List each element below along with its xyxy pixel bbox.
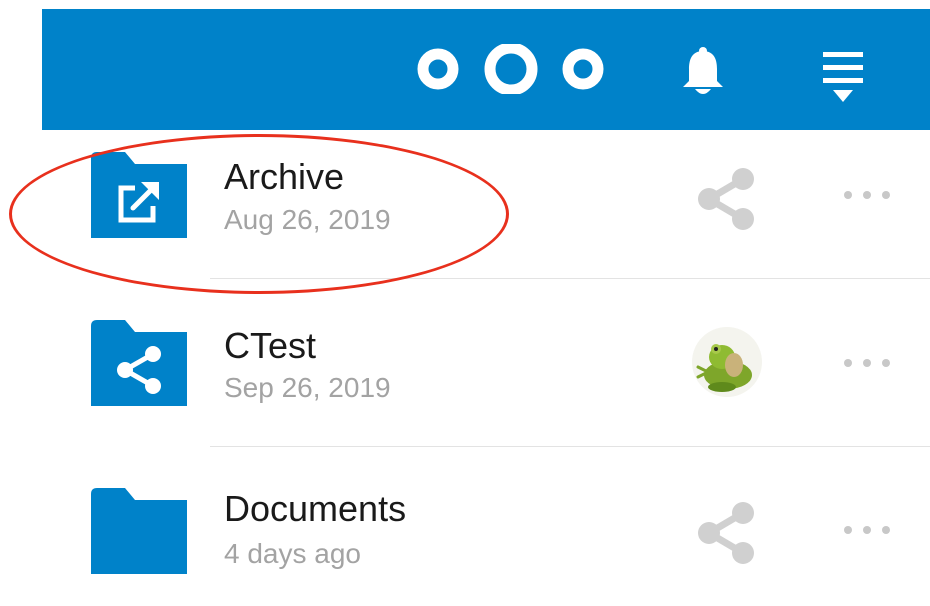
app-header	[42, 9, 930, 130]
file-row-documents[interactable]: Documents 4 days ago	[0, 446, 930, 606]
file-name: CTest	[224, 325, 317, 366]
shared-user-avatar[interactable]	[692, 327, 762, 397]
file-name: Documents	[224, 488, 407, 529]
file-date: 4 days ago	[224, 538, 361, 569]
folder-shared-icon	[91, 320, 187, 406]
file-name: Archive	[224, 156, 345, 197]
share-icon[interactable]	[695, 501, 759, 565]
more-options-icon[interactable]	[843, 525, 891, 535]
folder-external-icon	[91, 152, 187, 238]
folder-icon	[91, 488, 187, 574]
share-icon[interactable]	[695, 167, 759, 231]
bell-icon[interactable]	[681, 47, 725, 97]
file-row-archive[interactable]: Archive Aug 26, 2019	[0, 117, 930, 277]
more-options-icon[interactable]	[843, 190, 891, 200]
more-options-icon[interactable]	[843, 358, 891, 368]
file-date: Sep 26, 2019	[224, 372, 391, 403]
menu-dropdown-icon[interactable]	[823, 52, 863, 104]
file-date: Aug 26, 2019	[224, 204, 391, 235]
nextcloud-logo[interactable]	[405, 44, 617, 94]
file-row-ctest[interactable]: CTest Sep 26, 2019	[0, 279, 930, 439]
frog-avatar-image	[696, 344, 752, 392]
